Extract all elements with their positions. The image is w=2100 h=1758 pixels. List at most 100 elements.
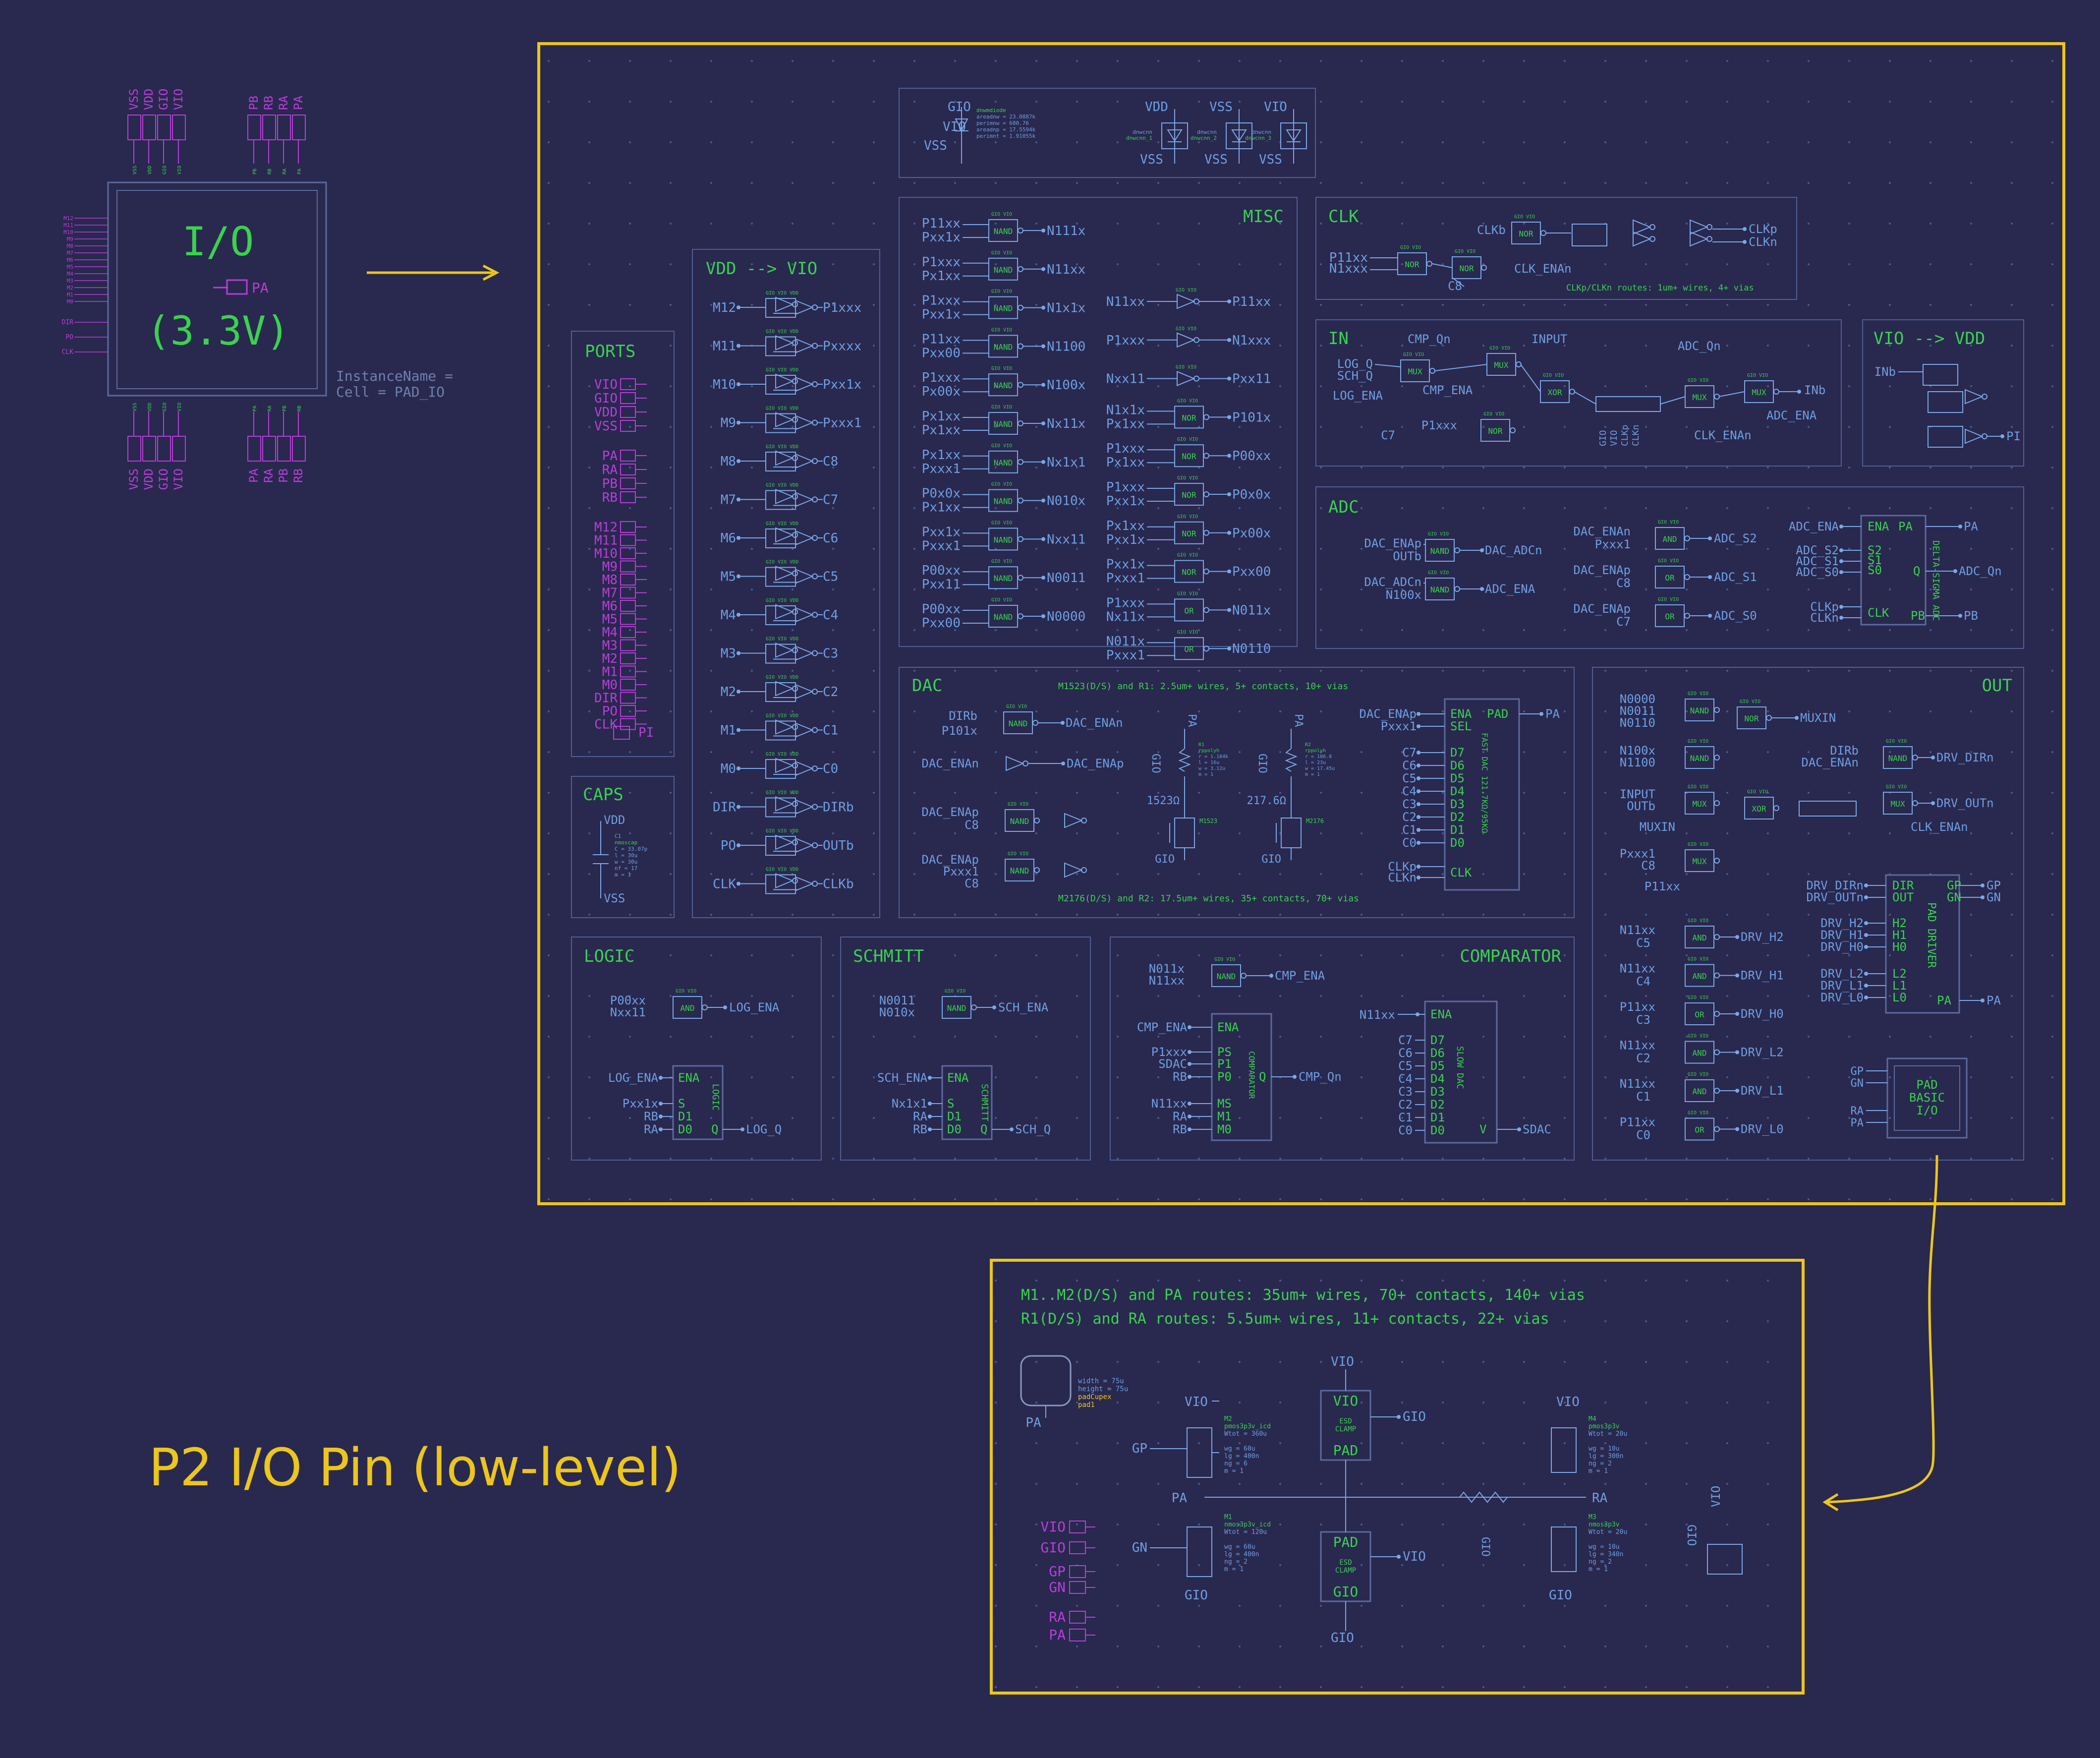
pin-dot xyxy=(1041,383,1045,387)
label: Wtot = 120u xyxy=(1224,1528,1267,1536)
label: N100x xyxy=(1386,588,1421,602)
label: VIO xyxy=(1331,1354,1354,1369)
pin-dot xyxy=(737,382,740,386)
supply-label: GIO VIO xyxy=(1177,591,1198,596)
symbol-pins-top-left: VSSVSSVDDVDDGIOGIOVIOVIO xyxy=(127,89,186,175)
label: P1xxx xyxy=(823,300,861,315)
pin-dot xyxy=(1417,724,1420,728)
label: M1 xyxy=(602,665,618,680)
label: MUXIN xyxy=(1800,711,1836,725)
pin-label-small: GIO xyxy=(162,166,168,175)
gate-label: NAND xyxy=(1888,754,1908,763)
pin-dot xyxy=(1293,1075,1297,1079)
pin-dot xyxy=(1227,492,1231,496)
label: M2176(D/S) and R2: 17.5um+ wires, 35+ co… xyxy=(1058,893,1359,904)
label: Pxx1x xyxy=(1106,557,1145,572)
pin-dot xyxy=(1839,616,1843,620)
label: CLKb xyxy=(1477,223,1506,237)
label: P1xxx xyxy=(922,293,961,308)
label: DRV_H2 xyxy=(1741,930,1784,944)
supply-label: GIO VIO xyxy=(1543,373,1564,378)
label: M12 xyxy=(594,520,618,535)
label: DAC_ENAp xyxy=(1359,707,1417,721)
label: GIO VIO VDD xyxy=(766,867,798,873)
label: PA xyxy=(1186,714,1198,727)
label: dnwcnn_2 xyxy=(1191,135,1217,141)
label: C4 xyxy=(1398,1072,1413,1086)
label: ADC_Qn xyxy=(1959,564,2002,578)
gate-label: MUX xyxy=(1408,367,1422,376)
label: C1 xyxy=(823,723,838,738)
label: PAD xyxy=(1333,1442,1359,1459)
box xyxy=(157,115,171,140)
label: Px1xx xyxy=(922,269,961,284)
label: GIO xyxy=(1598,430,1608,446)
label: SCHMITT xyxy=(979,1084,990,1121)
pin-dot xyxy=(1517,1127,1521,1131)
pin-dot xyxy=(1981,998,1985,1002)
label: r = 1.184k xyxy=(1198,754,1228,760)
label: lg = 300n xyxy=(1589,1453,1623,1460)
supply-label: GIO VIO xyxy=(1688,784,1708,790)
label: GIO xyxy=(1333,1583,1359,1600)
gate-label: OR xyxy=(1695,1010,1704,1019)
label: N1100 xyxy=(1620,756,1655,769)
pin-dot xyxy=(1188,1062,1192,1066)
label: dnwmdiode xyxy=(976,107,1006,114)
label: VIO xyxy=(1709,1486,1723,1507)
pin-dot xyxy=(1227,415,1231,419)
label: C1 xyxy=(1402,823,1417,837)
supply-label: GIO VIO xyxy=(991,405,1012,410)
label: CLK xyxy=(1868,606,1889,620)
label: GIO xyxy=(1149,754,1162,773)
label: RB xyxy=(1173,1070,1187,1084)
label: m = 1 xyxy=(615,872,631,878)
gate-label: NAND xyxy=(994,535,1013,544)
detail-arrow xyxy=(1822,1155,1938,1512)
pin-dot xyxy=(1480,587,1484,591)
label: GIO VIO VDD xyxy=(766,560,798,565)
pin-label: PB xyxy=(247,96,261,110)
label: P00xx xyxy=(1232,449,1271,464)
label: PA xyxy=(1851,1117,1864,1129)
label: nf = 17 xyxy=(615,865,637,872)
label: rppolyh xyxy=(1305,748,1326,754)
gate-label: NAND xyxy=(994,342,1013,352)
label: M1 xyxy=(721,723,736,738)
pin-dot xyxy=(1417,776,1420,780)
gate-label: OR xyxy=(1695,1125,1704,1135)
label: L0 xyxy=(1892,991,1907,1004)
supply-label: GIO VIO xyxy=(676,989,696,994)
label: C1 xyxy=(1398,1111,1413,1124)
label: C1 xyxy=(615,833,621,839)
gate-label: XOR xyxy=(1548,388,1562,397)
supply-label: GIO VIO xyxy=(1747,373,1768,378)
pin-dot xyxy=(1931,801,1935,805)
pin-dot xyxy=(737,459,740,463)
label: M8 xyxy=(721,454,736,469)
pin-label: GIO xyxy=(157,469,170,490)
label: DRV_L0 xyxy=(1820,991,1864,1004)
gate-label: AND xyxy=(1693,1087,1707,1096)
label: CLAMP xyxy=(1335,1425,1356,1433)
label: N011x xyxy=(1232,603,1271,618)
label: CLKn xyxy=(1631,425,1641,446)
label: INPUT xyxy=(1532,332,1567,346)
pin-dot xyxy=(1041,460,1045,464)
label: FAST DAC 121.7KΩ/95KΩ xyxy=(1480,733,1489,833)
label: C8 xyxy=(1448,279,1462,293)
supply-label: GIO VIO xyxy=(1688,739,1708,744)
label: PA xyxy=(1049,1627,1066,1643)
label: BASIC xyxy=(1909,1091,1945,1105)
supply-label: GIO VIO xyxy=(1400,245,1421,250)
label: RB xyxy=(644,1110,658,1123)
label: N0110 xyxy=(1620,716,1655,730)
pin-dot xyxy=(1735,1050,1739,1055)
pin-dot xyxy=(1839,525,1843,528)
label: C8 xyxy=(965,877,979,890)
label: C3 xyxy=(1402,797,1417,811)
label: D0 xyxy=(947,1122,962,1136)
label: M5 xyxy=(602,612,618,627)
label: GIO xyxy=(1685,1524,1699,1546)
label: R2 xyxy=(1305,742,1311,748)
